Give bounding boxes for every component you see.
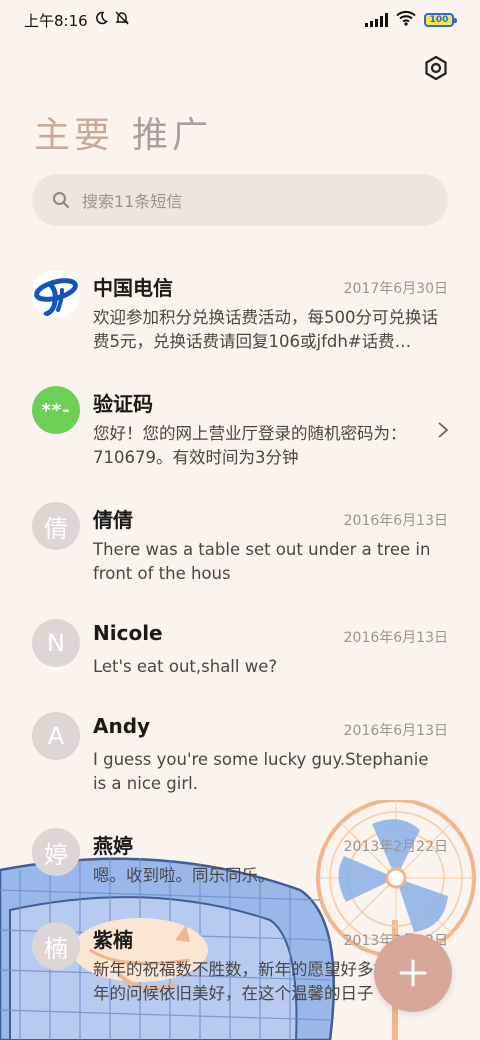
message-preview: Let's eat out,shall we?	[93, 657, 278, 676]
plus-icon	[399, 959, 427, 987]
conversation-item[interactable]: 倩 倩倩 2016年6月13日 There was a table set ou…	[0, 502, 480, 612]
message-date: 2017年6月30日	[343, 281, 448, 297]
avatar: 楠	[32, 922, 80, 970]
conversation-item[interactable]: **- 验证码 您好！您的网上营业厅登录的随机密码为：710679。有效时间为3…	[0, 386, 480, 496]
contact-name: 倩倩	[93, 508, 133, 532]
message-preview: 您好！您的网上营业厅登录的随机密码为：710679。有效时间为3分钟	[93, 424, 407, 467]
moon-icon	[94, 11, 108, 29]
search-bar[interactable]: 搜索11条短信	[32, 174, 448, 226]
avatar: A	[32, 712, 80, 760]
avatar: 倩	[32, 502, 80, 550]
message-preview: 嗯。收到啦。同乐同乐。	[93, 866, 275, 885]
search-icon	[53, 192, 69, 208]
message-date: 2016年6月13日	[343, 723, 448, 739]
signal-icon	[365, 13, 388, 27]
settings-button[interactable]	[422, 54, 450, 82]
status-bar: 上午8:16 100	[0, 0, 480, 40]
verification-code-avatar: **-	[32, 386, 80, 434]
message-date: 2013年2月22日	[343, 839, 448, 855]
contact-name: Andy	[93, 714, 151, 738]
new-message-button[interactable]	[374, 934, 452, 1012]
status-time: 上午8:16	[24, 11, 88, 30]
contact-name: 燕婷	[93, 834, 133, 858]
settings-icon	[425, 55, 447, 81]
battery-level: 100	[429, 15, 449, 25]
conversation-item[interactable]: 中国电信 2017年6月30日 欢迎参加积分兑换话费活动，每500分可兑换话费5…	[0, 270, 480, 380]
tab-bar: 主要 推广	[34, 106, 212, 158]
message-preview: I guess you're some lucky guy.Stephanie …	[93, 750, 429, 793]
avatar: 婷	[32, 828, 80, 876]
contact-name: Nicole	[93, 621, 163, 645]
message-preview: 欢迎参加积分兑换话费活动，每500分可兑换话费5元，兑换话费请回复106或jfd…	[93, 308, 438, 351]
message-preview: There was a table set out under a tree i…	[93, 540, 431, 583]
search-placeholder: 搜索11条短信	[82, 192, 183, 211]
message-date: 2016年6月13日	[343, 630, 448, 646]
tab-promotions[interactable]: 推广	[132, 106, 212, 158]
battery-icon: 100	[424, 13, 457, 27]
message-date: 2016年6月13日	[343, 513, 448, 529]
status-left: 上午8:16	[24, 10, 130, 31]
conversation-item[interactable]: A Andy 2016年6月13日 I guess you're some lu…	[0, 712, 480, 822]
mute-icon	[114, 10, 130, 30]
avatar: N	[32, 619, 80, 667]
tab-primary[interactable]: 主要	[34, 106, 114, 158]
wifi-icon	[396, 10, 416, 30]
status-right: 100	[365, 10, 457, 30]
contact-name: 验证码	[93, 392, 153, 416]
contact-name: 中国电信	[93, 276, 173, 300]
china-telecom-logo-icon	[32, 270, 80, 318]
contact-name: 紫楠	[93, 928, 133, 952]
chevron-right-icon	[438, 422, 449, 438]
